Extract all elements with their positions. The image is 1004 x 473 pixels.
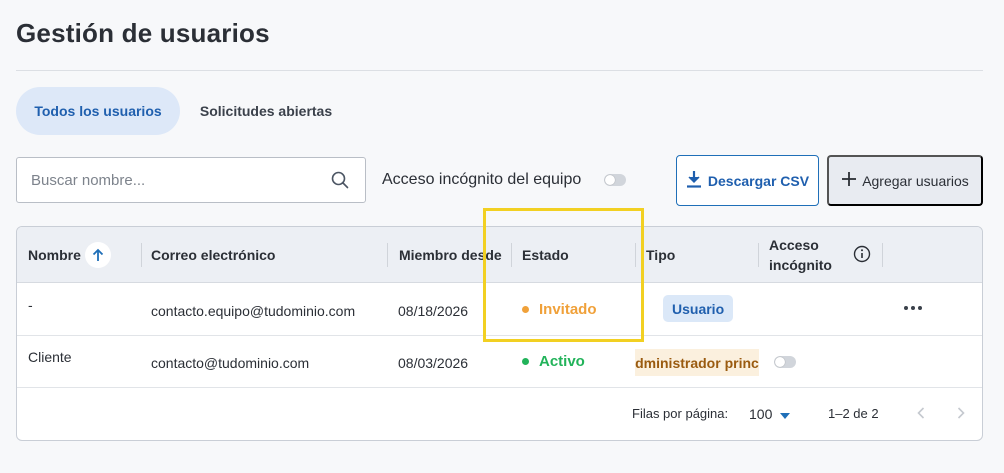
table-footer: Filas por página: 100 1–2 de 2 [17, 389, 982, 440]
column-header-type[interactable]: Tipo [646, 227, 675, 283]
column-label-name: Nombre [28, 247, 81, 263]
cell-email: contacto@tudominio.com [151, 355, 310, 371]
download-icon [686, 170, 702, 191]
column-header-status[interactable]: Estado [522, 227, 569, 283]
table-row[interactable]: - contacto.equipo@tudominio.com 08/18/20… [17, 283, 982, 336]
cell-name: - [28, 297, 33, 313]
column-separator[interactable] [882, 243, 883, 267]
search-box[interactable] [16, 157, 366, 203]
download-csv-button[interactable]: Descargar CSV [676, 155, 819, 206]
add-users-label: Agregar usuarios [862, 172, 969, 189]
more-horizontal-icon[interactable] [902, 301, 924, 315]
column-header-member-since[interactable]: Miembro desde [399, 227, 502, 283]
status-badge: Invitado [522, 301, 597, 318]
column-header-name[interactable]: Nombre [28, 227, 111, 283]
status-dot [522, 306, 529, 313]
tab-open-requests[interactable]: Solicitudes abiertas [186, 87, 346, 135]
team-incognito-toggle[interactable] [604, 174, 626, 186]
status-label: Activo [539, 353, 585, 370]
pagination-range: 1–2 de 2 [828, 406, 879, 421]
table-header: Nombre Correo electrónico Miembro desde … [17, 227, 982, 283]
status-label: Invitado [539, 301, 597, 318]
column-separator[interactable] [635, 243, 636, 267]
search-icon[interactable] [329, 169, 351, 191]
cell-email: contacto.equipo@tudominio.com [151, 303, 356, 319]
table-row[interactable]: Cliente contacto@tudominio.com 08/03/202… [17, 336, 982, 388]
sort-ascending-icon[interactable] [84, 242, 111, 268]
tab-all-users[interactable]: Todos los usuarios [16, 87, 180, 135]
rows-per-page-select[interactable]: 100 [749, 406, 791, 422]
status-dot [522, 358, 529, 365]
column-header-incognito[interactable]: Acceso incógnito [769, 227, 832, 283]
add-users-button[interactable]: Agregar usuarios [827, 155, 983, 206]
column-label-incognito-line1: Acceso [769, 237, 819, 253]
team-incognito-label: Acceso incógnito del equipo [382, 171, 582, 188]
type-badge-label: Administrador principal [635, 354, 759, 371]
plus-icon [841, 171, 857, 190]
cell-member-since: 08/18/2026 [398, 303, 469, 319]
incognito-toggle[interactable] [774, 356, 796, 368]
search-input[interactable] [31, 171, 329, 189]
info-icon[interactable] [853, 245, 871, 268]
rows-per-page-label: Filas por página: [632, 406, 729, 421]
cell-member-since: 08/03/2026 [398, 355, 469, 371]
column-header-email[interactable]: Correo electrónico [151, 227, 275, 283]
column-separator[interactable] [758, 243, 759, 267]
type-badge: Administrador principal [635, 349, 759, 376]
chevron-left-icon[interactable] [911, 403, 931, 423]
title-divider [16, 70, 983, 71]
chevron-right-icon[interactable] [951, 403, 971, 423]
column-separator[interactable] [511, 243, 512, 267]
type-badge: Usuario [663, 295, 734, 322]
status-badge: Activo [522, 353, 585, 370]
column-separator[interactable] [387, 243, 388, 267]
rows-per-page-value: 100 [749, 406, 773, 422]
download-csv-label: Descargar CSV [707, 172, 810, 189]
chevron-down-icon [780, 406, 791, 422]
page-title: Gestión de usuarios [16, 18, 270, 48]
users-table: Nombre Correo electrónico Miembro desde … [16, 226, 983, 441]
column-label-incognito-line2: incógnito [769, 257, 832, 273]
column-separator[interactable] [141, 243, 142, 267]
cell-name: Cliente [28, 349, 72, 365]
